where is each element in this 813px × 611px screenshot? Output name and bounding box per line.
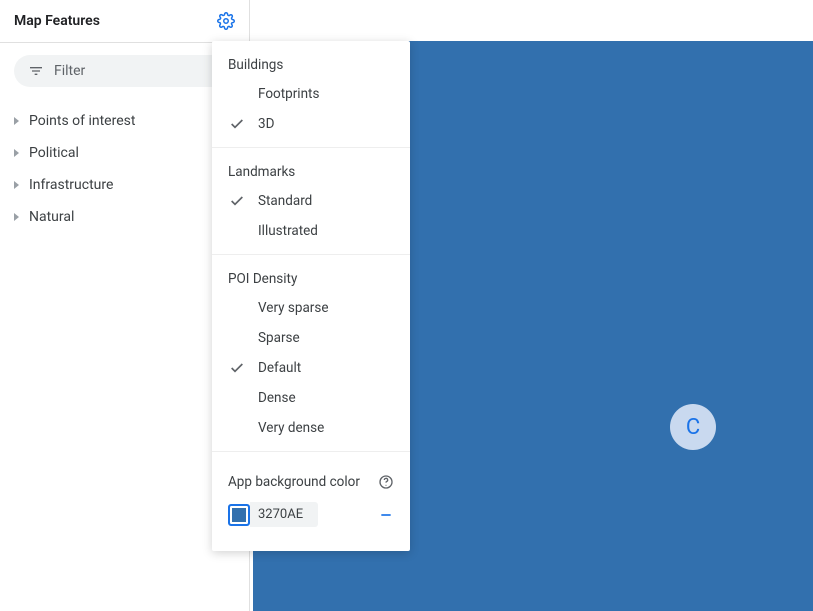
sidebar-item-label: Political — [29, 145, 79, 161]
popover-item-standard[interactable]: Standard — [212, 186, 410, 216]
remove-color-button[interactable] — [378, 507, 394, 523]
color-swatch[interactable] — [228, 504, 250, 526]
popover-item-label: Standard — [258, 193, 312, 209]
bgcolor-controls — [212, 496, 410, 543]
popover-section-landmarks: Landmarks Standard Illustrated — [212, 148, 410, 255]
bgcolor-row: App background color — [212, 464, 410, 496]
chevron-right-icon — [14, 213, 19, 221]
check-icon — [229, 360, 245, 376]
popover-item-sparse[interactable]: Sparse — [212, 323, 410, 353]
sidebar-item-label: Points of interest — [29, 113, 135, 129]
check-slot — [228, 116, 246, 132]
bgcolor-label: App background color — [228, 474, 360, 490]
popover-item-3d[interactable]: 3D — [212, 109, 410, 139]
popover-heading: Landmarks — [212, 160, 410, 186]
popover-section-poi-density: POI Density Very sparse Sparse Default D… — [212, 255, 410, 452]
sidebar-item-label: Infrastructure — [29, 177, 113, 193]
chevron-right-icon — [14, 149, 19, 157]
popover-item-label: Sparse — [258, 330, 300, 346]
chevron-right-icon — [14, 117, 19, 125]
filter-input[interactable]: Filter — [14, 55, 235, 87]
chevron-right-icon — [14, 181, 19, 189]
sidebar-header: Map Features — [0, 0, 249, 43]
hex-input[interactable] — [250, 502, 318, 527]
filter-icon — [28, 63, 44, 79]
check-icon — [229, 116, 245, 132]
gear-icon[interactable] — [217, 12, 235, 30]
sidebar-item-label: Natural — [29, 209, 74, 225]
popover-item-label: Very sparse — [258, 300, 329, 316]
popover-item-label: Footprints — [258, 86, 319, 102]
popover-item-label: Very dense — [258, 420, 324, 436]
popover-item-very-dense[interactable]: Very dense — [212, 413, 410, 443]
sidebar-title: Map Features — [14, 13, 100, 29]
check-icon — [229, 193, 245, 209]
popover-heading: POI Density — [212, 267, 410, 293]
popover-item-illustrated[interactable]: Illustrated — [212, 216, 410, 246]
check-slot — [228, 193, 246, 209]
check-slot — [228, 360, 246, 376]
center-badge-letter: C — [686, 415, 700, 440]
center-badge: C — [670, 404, 716, 450]
swatch-wrap — [228, 502, 318, 527]
popover-item-footprints[interactable]: Footprints — [212, 79, 410, 109]
popover-heading: Buildings — [212, 53, 410, 79]
popover-section-buildings: Buildings Footprints 3D — [212, 41, 410, 148]
popover-item-very-sparse[interactable]: Very sparse — [212, 293, 410, 323]
popover-item-label: Illustrated — [258, 223, 318, 239]
filter-placeholder: Filter — [54, 63, 85, 79]
settings-popover: Buildings Footprints 3D Landmarks Standa… — [212, 41, 410, 551]
popover-item-label: Default — [258, 360, 301, 376]
popover-section-bgcolor: App background color — [212, 452, 410, 551]
popover-item-default[interactable]: Default — [212, 353, 410, 383]
help-icon[interactable] — [378, 474, 394, 490]
popover-item-label: Dense — [258, 390, 296, 406]
popover-item-label: 3D — [258, 116, 274, 132]
popover-item-dense[interactable]: Dense — [212, 383, 410, 413]
